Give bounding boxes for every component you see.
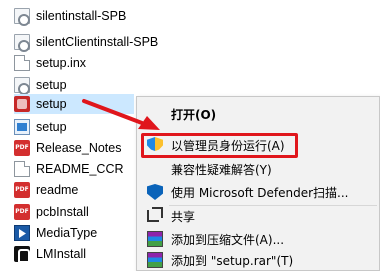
menu-label: 添加到压缩文件(A)... <box>171 232 285 247</box>
menu-label: 共享 <box>171 209 196 224</box>
file-name: Release_Notes <box>36 141 122 155</box>
context-menu: 打开(O) 以管理员身份运行(A) 兼容性疑难解答(Y) 使用 Microsof… <box>136 96 380 271</box>
menu-item-add-to-archive[interactable]: 添加到压缩文件(A)... <box>137 228 380 250</box>
file-name: silentClientinstall-SPB <box>36 35 159 49</box>
menu-label: 添加到 "setup.rar"(T) <box>171 253 294 268</box>
file-name: MediaType <box>36 226 98 240</box>
file-name: setup <box>36 78 67 92</box>
menu-label: 使用 Microsoft Defender扫描... <box>171 185 349 200</box>
file-item-setup-exe[interactable]: setup <box>14 94 134 114</box>
file-item-setup-inx[interactable]: setup.inx <box>14 53 189 73</box>
file-name: setup.inx <box>36 56 87 70</box>
setup-installer-icon <box>14 96 30 112</box>
file-name: pcbInstall <box>36 205 89 219</box>
pdf-icon <box>14 204 30 220</box>
menu-item-defender-scan[interactable]: 使用 Microsoft Defender扫描... <box>137 181 380 203</box>
blank-file-icon <box>14 161 30 177</box>
menu-item-compat-troubleshoot[interactable]: 兼容性疑难解答(Y) <box>137 158 380 180</box>
menu-label: 打开(O) <box>171 107 217 122</box>
file-name: setup <box>36 120 67 134</box>
menu-item-open[interactable]: 打开(O) <box>137 103 380 125</box>
file-item-setup-config[interactable]: setup <box>14 75 189 95</box>
defender-shield-icon <box>147 184 163 200</box>
annotation-highlight-box <box>141 133 298 158</box>
settings-file-icon <box>14 77 30 95</box>
file-name: setup <box>36 97 67 111</box>
file-name: silentinstall-SPB <box>36 9 127 23</box>
pdf-icon <box>14 182 30 198</box>
lm-app-icon <box>14 246 30 263</box>
winrar-icon <box>147 252 163 268</box>
file-name: README_CCR <box>36 162 124 176</box>
blank-file-icon <box>14 55 30 71</box>
settings-file-icon <box>14 8 30 26</box>
media-file-icon <box>14 225 30 241</box>
winrar-icon <box>147 231 163 247</box>
pdf-icon <box>14 140 30 156</box>
file-name: LMInstall <box>36 247 87 261</box>
menu-label: 兼容性疑难解答(Y) <box>171 162 272 177</box>
file-name: readme <box>36 183 79 197</box>
share-icon <box>147 207 163 222</box>
menu-item-share[interactable]: 共享 <box>137 205 380 227</box>
menu-item-add-to-setup-rar[interactable]: 添加到 "setup.rar"(T) <box>137 249 380 271</box>
setup-window-icon <box>14 119 30 135</box>
file-item-silentclientinstall-spb[interactable]: silentClientinstall-SPB <box>14 32 189 52</box>
file-item-silentinstall-spb[interactable]: silentinstall-SPB <box>14 6 189 26</box>
settings-file-icon <box>14 34 30 52</box>
